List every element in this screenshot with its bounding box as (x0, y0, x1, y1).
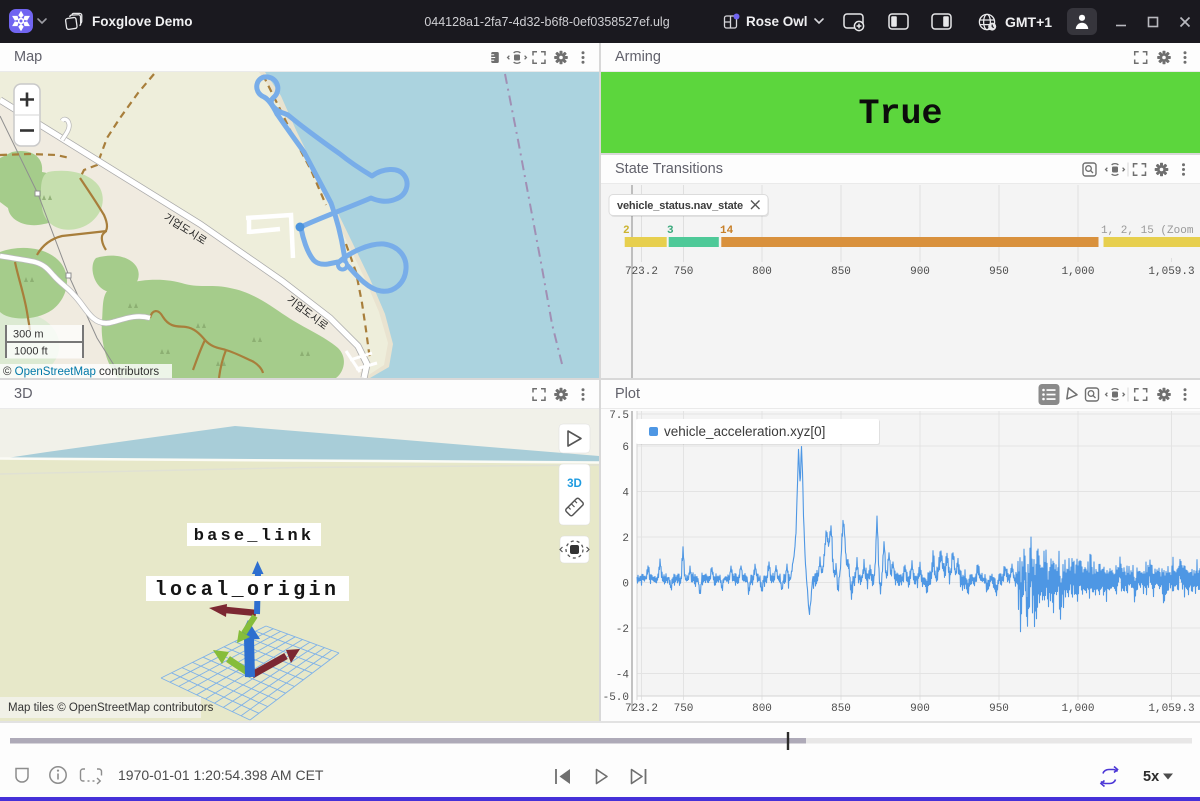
svg-text:900: 900 (910, 266, 930, 278)
svg-text:900: 900 (910, 703, 930, 715)
svg-text:723.2: 723.2 (625, 703, 658, 715)
svg-text:2: 2 (622, 533, 629, 545)
svg-text:2: 2 (623, 225, 630, 237)
svg-text:950: 950 (989, 703, 1009, 715)
svg-text:750: 750 (674, 266, 694, 278)
svg-text:750: 750 (674, 703, 694, 715)
svg-text:1,000: 1,000 (1061, 266, 1094, 278)
svg-text:723.2: 723.2 (625, 266, 658, 278)
svg-text:© OpenStreetMap contributors: © OpenStreetMap contributors (3, 366, 159, 378)
svg-text:vehicle_status.nav_state: vehicle_status.nav_state (617, 200, 743, 212)
svg-text:1,059.3: 1,059.3 (1148, 266, 1194, 278)
svg-text:1,000: 1,000 (1061, 703, 1094, 715)
svg-text:vehicle_acceleration.xyz[0]: vehicle_acceleration.xyz[0] (664, 424, 825, 439)
svg-text:1970-01-01 1:20:54.398 AM CET: 1970-01-01 1:20:54.398 AM CET (118, 767, 324, 783)
svg-text:7.5: 7.5 (609, 410, 629, 422)
svg-text:1000 ft: 1000 ft (14, 346, 48, 358)
svg-text:300 m: 300 m (13, 329, 44, 341)
svg-text:3: 3 (667, 225, 674, 237)
svg-text:850: 850 (831, 703, 851, 715)
svg-text:14: 14 (720, 225, 734, 237)
svg-text:1, 2, 15 (Zoom fo: 1, 2, 15 (Zoom fo (1101, 225, 1200, 237)
svg-text:base_link: base_link (194, 527, 315, 546)
svg-text:-4: -4 (616, 670, 630, 682)
svg-text:5x: 5x (1143, 769, 1159, 785)
svg-text:6: 6 (622, 442, 629, 454)
svg-text:Map tiles © OpenStreetMap cont: Map tiles © OpenStreetMap contributors (8, 702, 214, 714)
svg-text:800: 800 (752, 703, 772, 715)
svg-text:4: 4 (622, 488, 629, 500)
svg-text:850: 850 (831, 266, 851, 278)
svg-text:1,059.3: 1,059.3 (1148, 703, 1194, 715)
svg-text:800: 800 (752, 266, 772, 278)
svg-text:local_origin: local_origin (155, 579, 340, 602)
svg-text:3D: 3D (567, 478, 582, 490)
svg-text:950: 950 (989, 266, 1009, 278)
svg-text:-2: -2 (616, 624, 629, 636)
svg-text:0: 0 (622, 579, 629, 591)
